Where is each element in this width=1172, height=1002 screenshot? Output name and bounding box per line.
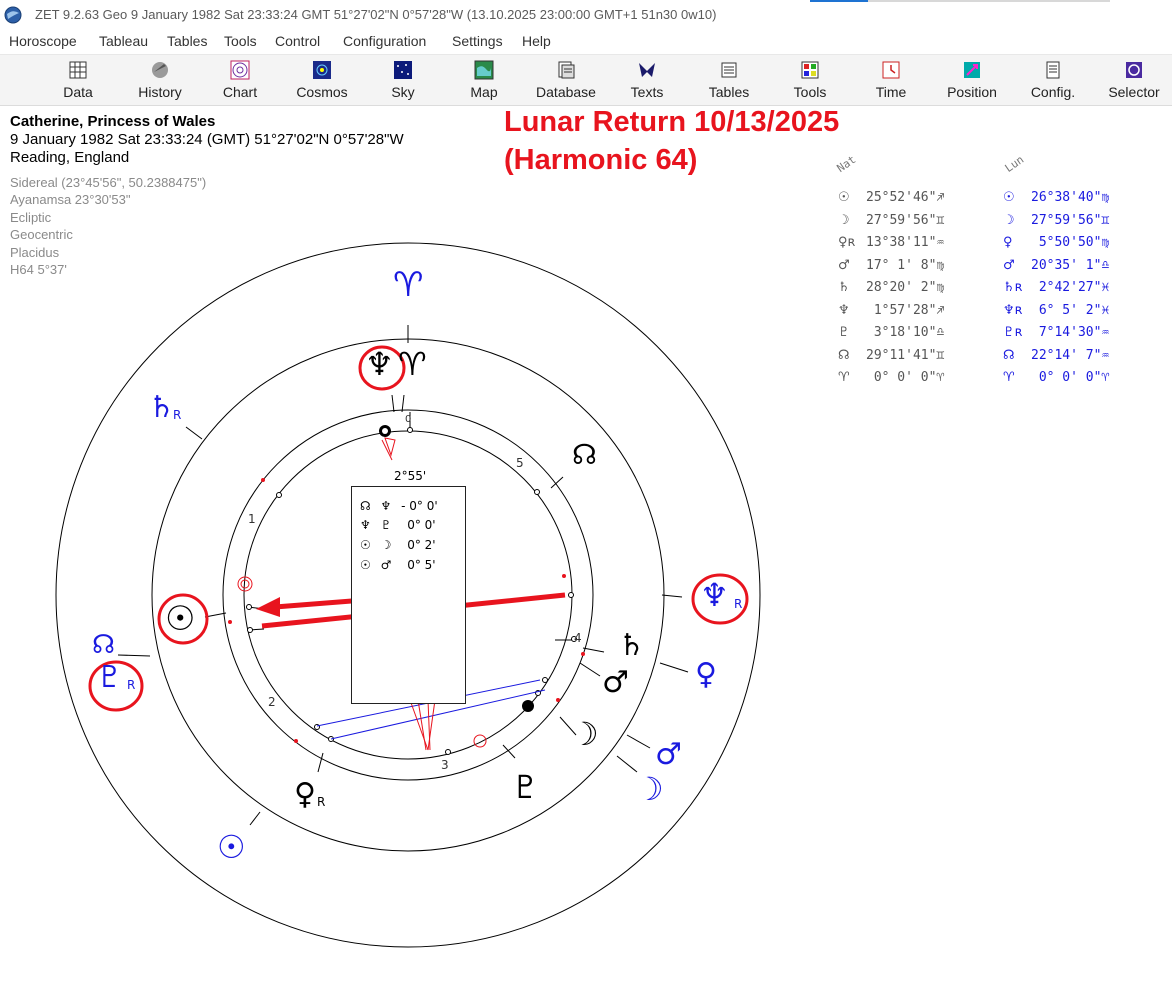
natal-row: ♀ʀ 13°38'11"♒	[838, 235, 945, 250]
red-ring-marker-2	[473, 734, 487, 748]
lunar-row: ☽ 27°59'56"♊	[1003, 213, 1110, 228]
house-number-4: 4	[574, 631, 582, 645]
natal-row: ♈ 0° 0' 0"♈	[838, 370, 945, 385]
lunar-row: ♇ʀ 7°14'30"♒	[1003, 325, 1110, 340]
aspect-row-4: ☉ ♂ 0° 5'	[360, 558, 436, 572]
natal-moon-glyph: ☽	[570, 715, 599, 753]
natal-sun-glyph: ☉	[165, 599, 196, 639]
house-number-0: 0	[405, 414, 412, 425]
natal-positions-table: ☉ 25°52'46"♐ ☽ 27°59'56"♊ ♀ʀ 13°38'11"♒ ♂ 17…	[838, 190, 944, 385]
natal-row: ☉ 25°52'46"♐	[838, 190, 945, 205]
lunar-mars-glyph: ♂	[655, 737, 682, 772]
orb-label: 2°55'	[394, 469, 427, 483]
natal-mars-glyph: ♂	[602, 665, 629, 700]
aspect-row-2: ♆ ♇ 0° 0'	[360, 518, 436, 532]
lunar-moon-dot	[522, 700, 534, 712]
lunar-row: ☊ 22°14' 7"♒	[1003, 348, 1110, 363]
natal-venus-glyph: ♀	[294, 777, 316, 812]
aspect-list: ☊ ♆ - 0° 0' ♆ ♇ 0° 0' ☉ ☽ 0° 2' ☉ ♂ 0° 5…	[351, 486, 466, 704]
natal-saturn-glyph: ♄	[618, 628, 645, 663]
natal-venus-retro: R	[317, 795, 326, 809]
natal-row: ♄ 28°20' 2"♍	[838, 280, 945, 295]
aspect-row-3: ☉ ☽ 0° 2'	[360, 538, 436, 552]
house-number-5: 5	[516, 456, 524, 470]
lunar-pluto-glyph: ♇	[96, 660, 123, 695]
house-number-1: 1	[248, 512, 256, 526]
lunar-moon-glyph: ☽	[635, 770, 664, 808]
natal-pluto-glyph: ♇	[511, 768, 540, 806]
lunar-venus-glyph: ♀	[695, 657, 717, 692]
natal-neptune-glyph: ♆	[365, 345, 394, 383]
chart-wheel[interactable]	[0, 0, 1172, 1002]
natal-row: ♇ 3°18'10"♎	[838, 325, 945, 340]
lunar-row: ♀ 5°50'50"♍	[1003, 235, 1110, 250]
lunar-pluto-retro: R	[127, 678, 136, 692]
natal-row: ♆ 1°57'28"♐	[838, 303, 945, 318]
red-aspect-fan	[409, 699, 436, 751]
lunar-row: ☉ 26°38'40"♍	[1003, 190, 1110, 205]
lunar-row: ♄ʀ 2°42'27"♓	[1003, 280, 1110, 295]
aries-outer-glyph: ♈	[393, 265, 424, 305]
lunar-neptune-glyph: ♆	[700, 576, 729, 614]
natal-row: ♂ 17° 1' 8"♍	[838, 258, 945, 273]
house-number-2: 2	[268, 695, 276, 709]
lunar-positions-table: ☉ 26°38'40"♍ ☽ 27°59'56"♊ ♀ 5°50'50"♍ ♂ 20°…	[1003, 190, 1109, 385]
natal-node-glyph: ☊	[572, 438, 597, 471]
lunar-row: ♆ʀ 6° 5' 2"♓	[1003, 303, 1110, 318]
lunar-sun-glyph: ☉	[217, 828, 246, 866]
lunar-neptune-retro: R	[734, 597, 743, 611]
house-number-3: 3	[441, 758, 449, 772]
lunar-saturn-retro: R	[173, 408, 182, 422]
lunar-row: ♈ 0° 0' 0"♈	[1003, 370, 1110, 385]
aries-inner-glyph: ♈	[398, 345, 427, 383]
aspect-row-1: ☊ ♆ - 0° 0'	[360, 499, 438, 513]
lunar-saturn-glyph: ♄	[148, 390, 175, 425]
natal-row: ☽ 27°59'56"♊	[838, 213, 945, 228]
lunar-row: ♂ 20°35' 1"♎	[1003, 258, 1110, 273]
lunar-node-glyph: ☊	[92, 630, 116, 660]
natal-row: ☊ 29°11'41"♊	[838, 348, 945, 363]
red-kite-icon	[381, 437, 396, 461]
